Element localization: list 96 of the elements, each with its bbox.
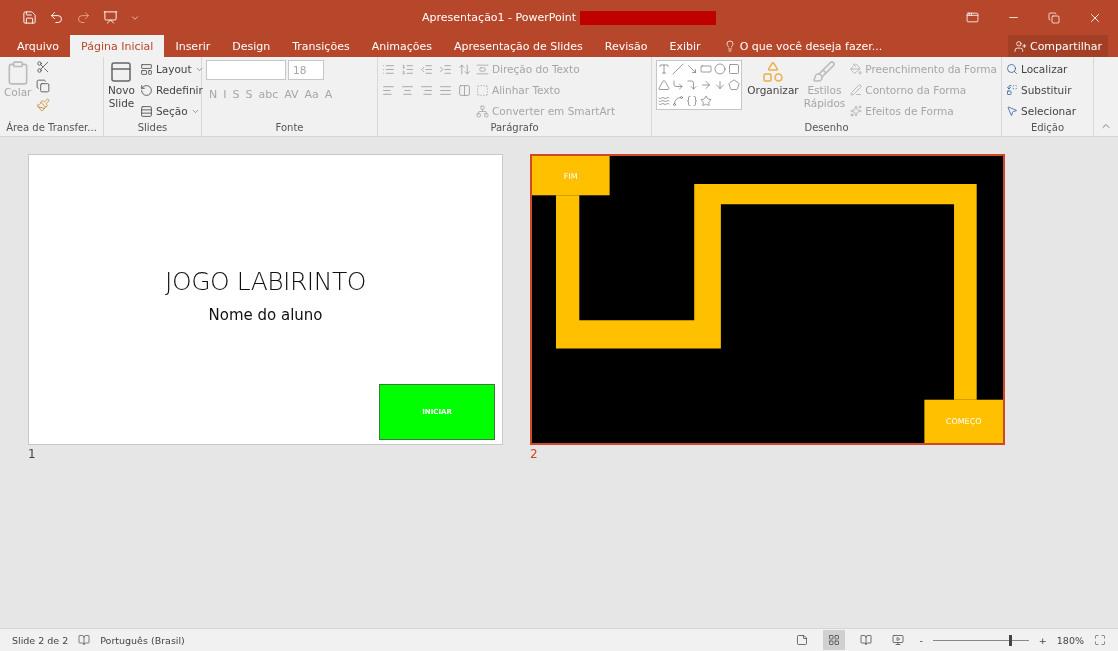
- group-label: Desenho: [803, 122, 850, 135]
- redo-icon[interactable]: [76, 10, 91, 25]
- command-icon: [476, 62, 489, 76]
- shape-icon[interactable]: [700, 79, 713, 91]
- lightbulb-icon: [723, 40, 736, 52]
- slide-title: JOGO LABIRINTO: [165, 267, 366, 296]
- fit-icon[interactable]: [1094, 634, 1106, 646]
- ribbon-display-icon[interactable]: [966, 11, 979, 24]
- paintbrush-icon[interactable]: [36, 98, 51, 112]
- command-icon: [850, 63, 863, 75]
- shape-icon[interactable]: [672, 95, 685, 107]
- zoom-in-button[interactable]: +: [1038, 634, 1047, 646]
- ribbon-tab[interactable]: Apresentação de Slides: [442, 35, 594, 57]
- save-icon[interactable]: [22, 10, 37, 25]
- restore-icon[interactable]: [1048, 11, 1060, 24]
- align-left-icon[interactable]: [382, 84, 395, 97]
- ribbon-tab[interactable]: Design: [221, 35, 282, 57]
- outdent-icon[interactable]: [420, 63, 433, 76]
- editing-command[interactable]: Selecionar: [1006, 102, 1077, 120]
- shape-icon[interactable]: [728, 79, 741, 91]
- shape-icon[interactable]: [658, 79, 670, 91]
- language-label[interactable]: Português (Brasil): [100, 634, 185, 646]
- shape-icon[interactable]: [658, 95, 670, 107]
- command-icon: [139, 83, 153, 97]
- ribbon-tab[interactable]: Exibir: [658, 35, 712, 57]
- view-icon: [892, 634, 905, 646]
- copy-icon[interactable]: [36, 79, 51, 93]
- shape-icon[interactable]: [714, 63, 727, 75]
- slide-counter: Slide 2 de 2: [12, 634, 69, 646]
- group-label: Parágrafo: [489, 122, 540, 135]
- ribbon-tab[interactable]: Página Inicial: [70, 35, 165, 57]
- shape-icon[interactable]: [728, 63, 741, 75]
- editing-command[interactable]: Substituir: [1006, 81, 1077, 99]
- slides-command[interactable]: Redefinir: [139, 81, 204, 99]
- slides-command[interactable]: Seção: [139, 102, 204, 120]
- command-icon: [1006, 63, 1018, 75]
- shape-icon[interactable]: [658, 63, 670, 75]
- arrange-button[interactable]: Organizar: [747, 60, 799, 122]
- indent-icon[interactable]: [439, 63, 452, 76]
- command-icon: [1006, 105, 1018, 117]
- view-icon: [860, 634, 873, 646]
- command-icon: [1006, 84, 1018, 96]
- slides-command[interactable]: Layout: [139, 60, 204, 78]
- command-icon: [476, 83, 489, 97]
- command-icon: [850, 105, 863, 117]
- zoom-out-button[interactable]: -: [919, 634, 923, 646]
- command-icon: [476, 104, 489, 118]
- share-button[interactable]: Compartilhar: [1007, 35, 1108, 57]
- command-icon: [139, 104, 153, 118]
- presentation-icon[interactable]: [103, 10, 118, 25]
- shape-icon[interactable]: [672, 79, 685, 91]
- command-icon: [139, 62, 153, 76]
- slide-icon: [109, 60, 134, 84]
- person-icon: [1013, 39, 1027, 53]
- command-icon: [850, 84, 863, 96]
- window-title: Apresentação1 - PowerPoint: [422, 11, 577, 24]
- ribbon-tab[interactable]: Revisão: [593, 35, 659, 57]
- group-label: Área de Transfer...: [5, 122, 98, 135]
- brush-icon: [812, 60, 837, 84]
- columns-icon[interactable]: [458, 84, 471, 97]
- zoom-percent[interactable]: 180%: [1056, 634, 1084, 646]
- align-center-icon[interactable]: [401, 84, 414, 97]
- shape-icon[interactable]: [686, 63, 699, 75]
- line-spacing-icon[interactable]: [458, 63, 471, 76]
- scissors-icon[interactable]: [36, 60, 51, 74]
- slide-number: 2: [530, 447, 539, 461]
- slide-number: 1: [28, 447, 37, 461]
- view-button[interactable]: [823, 630, 846, 650]
- spelling-icon[interactable]: [78, 634, 91, 646]
- ribbon-tab[interactable]: Arquivo: [6, 35, 71, 57]
- group-label: Slides: [136, 122, 169, 135]
- ribbon-tab[interactable]: Animações: [360, 35, 443, 57]
- slide-subtitle: Nome do aluno: [208, 306, 323, 324]
- shape-gallery[interactable]: [656, 60, 743, 110]
- undo-icon[interactable]: [49, 10, 64, 25]
- tell-me-field[interactable]: O que você deseja fazer...: [739, 39, 883, 53]
- zoom-slider-thumb[interactable]: [1008, 634, 1012, 646]
- group-label: Edição: [1029, 122, 1066, 135]
- shapes-icon: [760, 60, 785, 84]
- align-right-icon[interactable]: [420, 84, 433, 97]
- shape-icon[interactable]: [686, 79, 699, 91]
- shape-icon[interactable]: [672, 63, 685, 75]
- shape-icon[interactable]: [686, 95, 699, 107]
- new-slide-button[interactable]: Novo Slide: [108, 60, 135, 122]
- justify-icon[interactable]: [439, 84, 452, 97]
- view-icon: [796, 634, 809, 646]
- numbering-icon[interactable]: [401, 63, 414, 76]
- ribbon-tab[interactable]: Inserir: [164, 35, 222, 57]
- editing-command[interactable]: Localizar: [1006, 60, 1077, 78]
- shape-icon[interactable]: [700, 63, 713, 75]
- ribbon-tab[interactable]: Transições: [281, 35, 361, 57]
- bullets-icon[interactable]: [382, 63, 395, 76]
- group-label: Fonte: [274, 122, 305, 135]
- view-icon: [828, 634, 841, 646]
- shape-icon[interactable]: [714, 79, 727, 91]
- shape-icon[interactable]: [700, 95, 713, 107]
